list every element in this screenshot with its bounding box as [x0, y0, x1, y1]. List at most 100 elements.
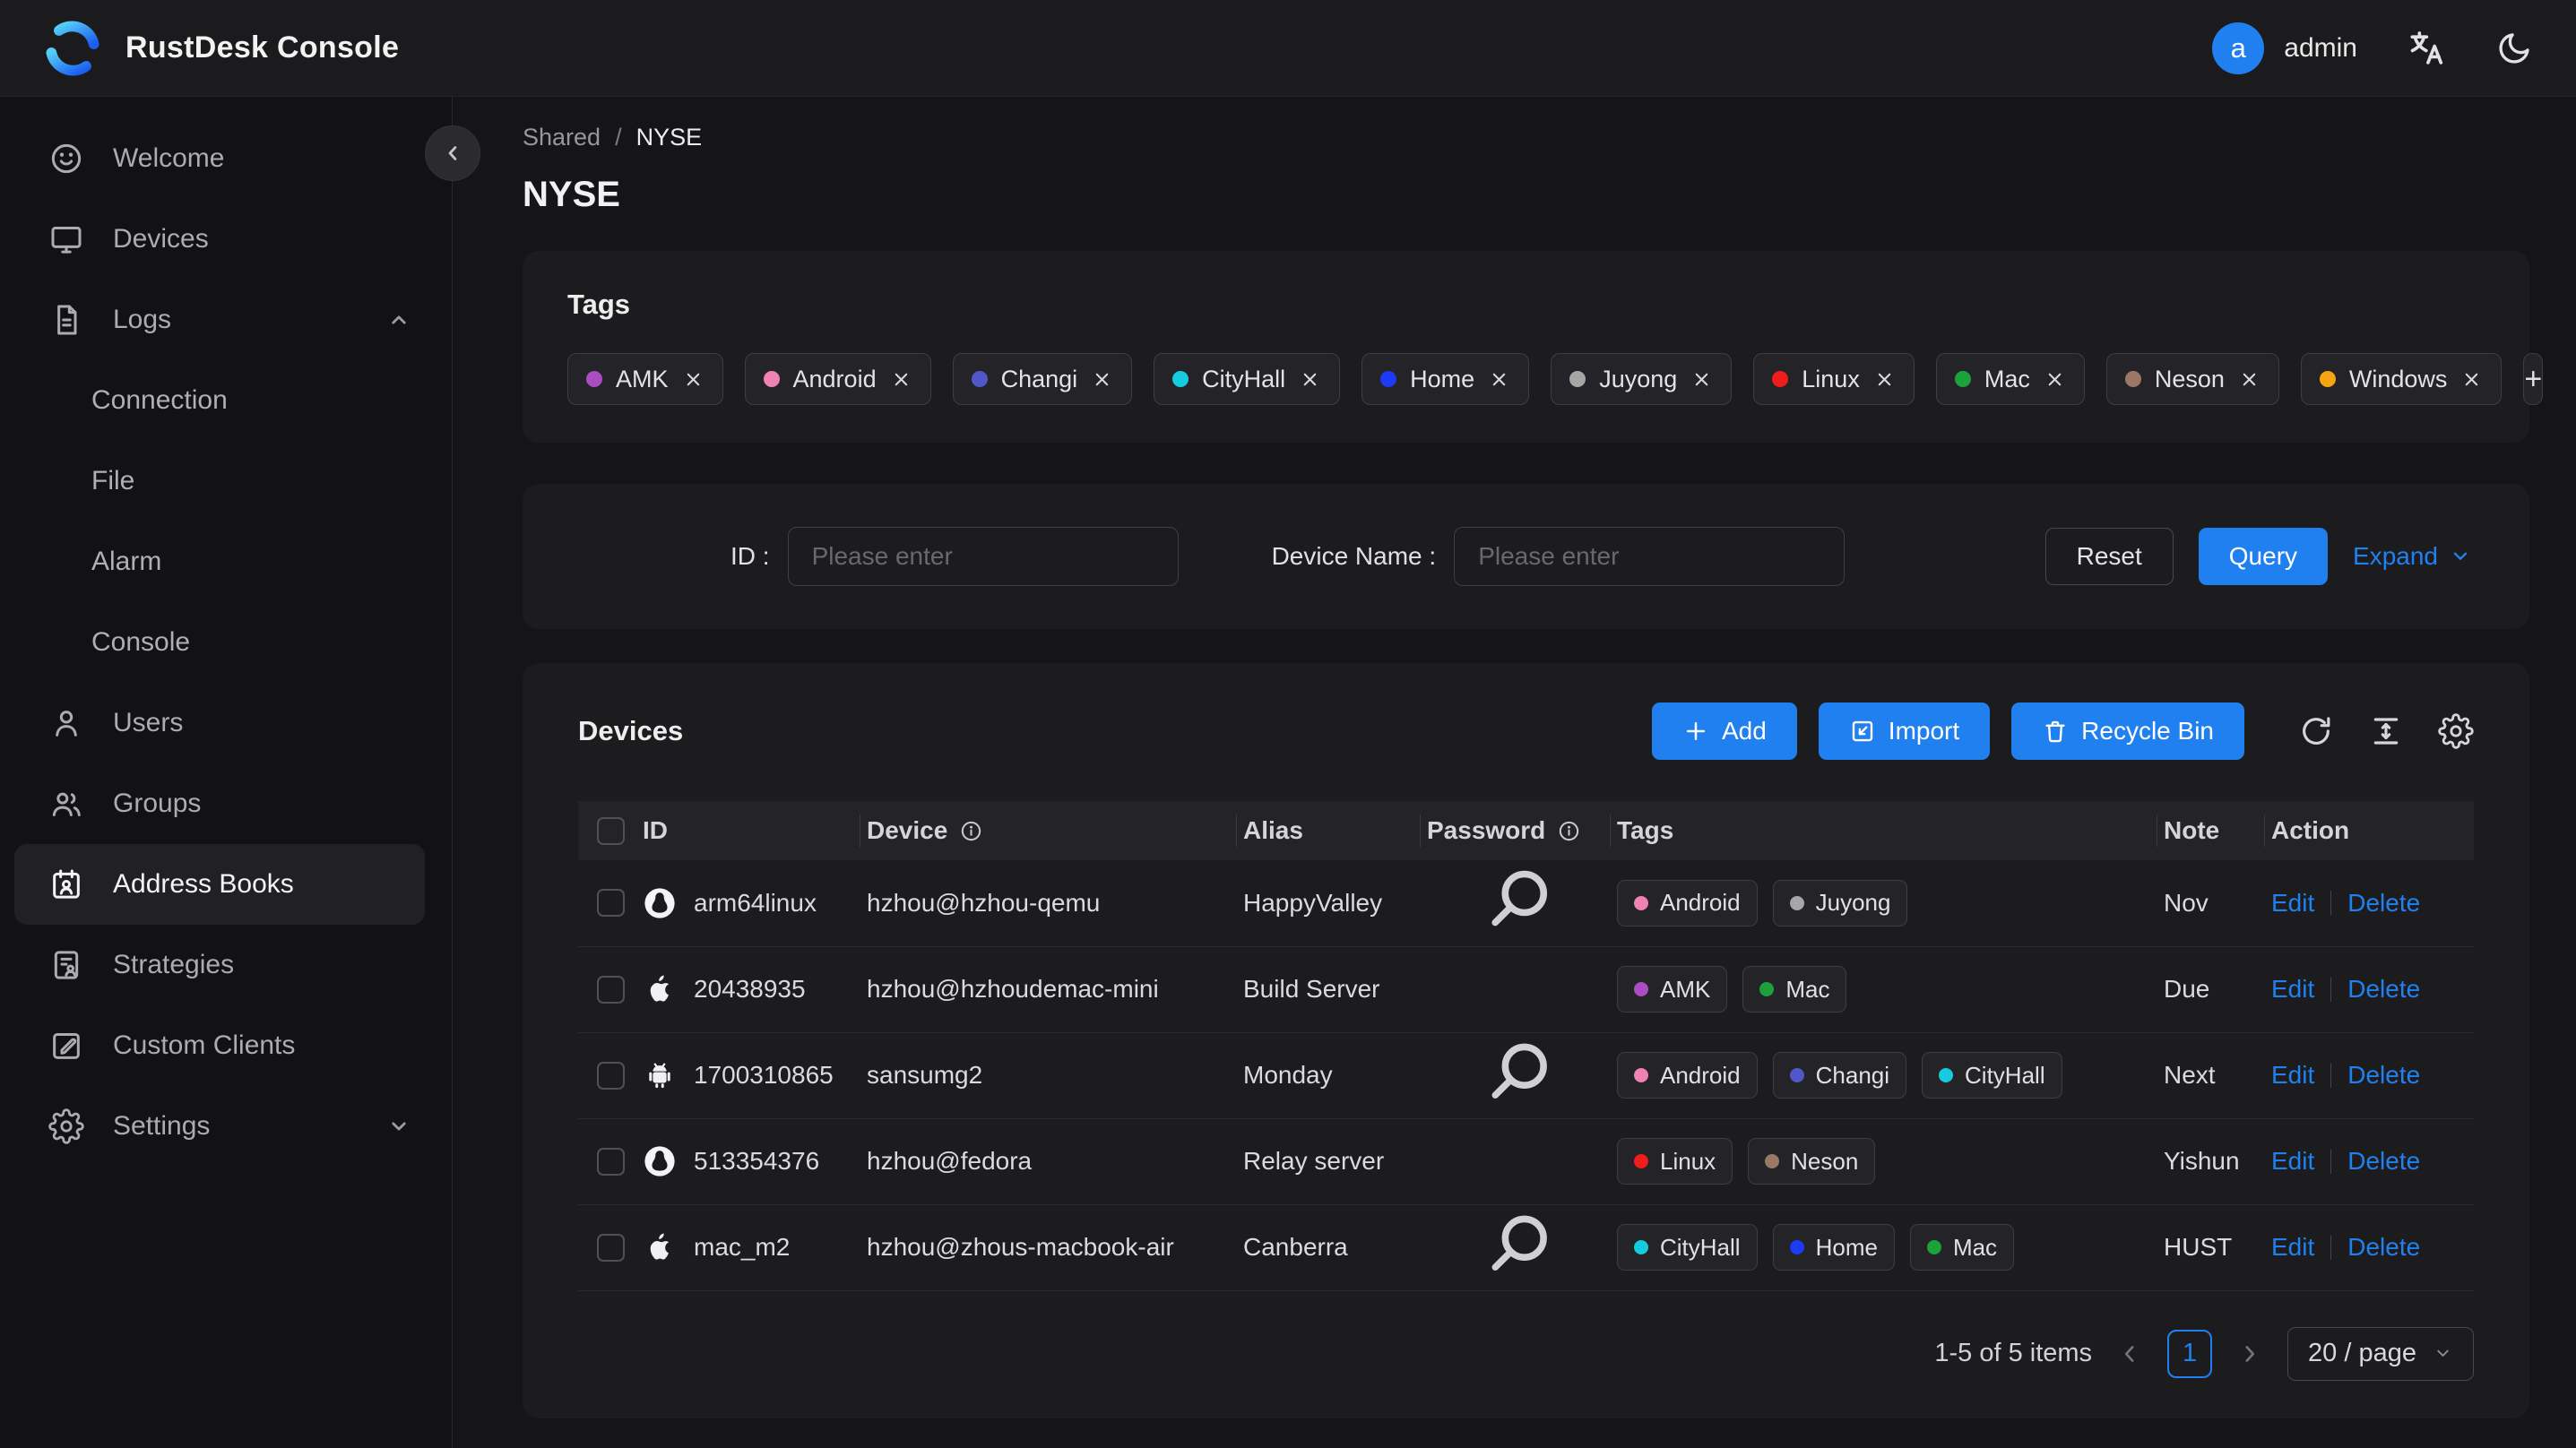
tag-chip-android[interactable]: Android	[744, 353, 931, 405]
edit-link[interactable]: Edit	[2271, 1147, 2314, 1176]
column-header-note[interactable]: Note	[2157, 801, 2264, 860]
remove-tag-icon[interactable]	[1488, 368, 1510, 391]
gear-icon	[48, 1108, 84, 1144]
column-header-password[interactable]: Password	[1420, 801, 1610, 860]
alias-value: Build Server	[1243, 975, 1380, 1003]
action-cell-td: Edit Delete	[2264, 1032, 2474, 1119]
translate-icon[interactable]	[2406, 28, 2447, 69]
sidebar-item-address-books[interactable]: Address Books	[14, 844, 425, 925]
tag-color-dot	[2124, 371, 2141, 387]
password-search-icon[interactable]	[1427, 860, 1610, 946]
column-header-tags[interactable]: Tags	[1610, 801, 2157, 860]
id-cell-content: mac_m2	[643, 1230, 860, 1264]
password-search-icon[interactable]	[1427, 1205, 1610, 1290]
row-tag-mac: Mac	[1742, 966, 1847, 1013]
tag-chip-amk[interactable]: AMK	[567, 353, 723, 405]
breadcrumb-parent[interactable]: Shared	[523, 124, 601, 151]
row-checkbox[interactable]	[596, 1233, 625, 1262]
query-button[interactable]: Query	[2198, 528, 2329, 585]
tag-color-dot	[1954, 371, 1971, 387]
sidebar-item-strategies[interactable]: Strategies	[0, 925, 452, 1005]
expand-toggle[interactable]: Expand	[2353, 542, 2472, 571]
remove-tag-icon[interactable]	[1299, 368, 1321, 391]
tag-chip-juyong[interactable]: Juyong	[1551, 353, 1733, 405]
note-value: HUST	[2164, 1233, 2233, 1261]
remove-tag-icon[interactable]	[2238, 368, 2260, 391]
prev-page-icon[interactable]	[2116, 1340, 2143, 1367]
tag-chip-windows[interactable]: Windows	[2300, 353, 2503, 405]
remove-tag-icon[interactable]	[2044, 368, 2066, 391]
sidebar-item-welcome[interactable]: Welcome	[0, 118, 452, 199]
edit-link[interactable]: Edit	[2271, 975, 2314, 1004]
refresh-icon[interactable]	[2298, 713, 2334, 749]
page-size-select[interactable]: 20 / page	[2287, 1326, 2474, 1381]
remove-tag-icon[interactable]	[682, 368, 705, 391]
recycle-bin-button[interactable]: Recycle Bin	[2011, 702, 2244, 760]
chevron-up-icon	[385, 306, 412, 333]
delete-link[interactable]: Delete	[2347, 889, 2420, 918]
user-menu[interactable]: a admin	[2212, 22, 2357, 74]
select-all-checkbox[interactable]	[596, 816, 625, 845]
column-header-id[interactable]: ID	[635, 801, 860, 860]
sidebar: Welcome Devices Logs Connection File Alarm Con…	[0, 97, 453, 1448]
delete-link[interactable]: Delete	[2347, 975, 2420, 1004]
sidebar-item-custom-clients[interactable]: Custom Clients	[0, 1005, 452, 1086]
remove-tag-icon[interactable]	[1690, 368, 1713, 391]
dark-mode-toggle-icon[interactable]	[2495, 30, 2533, 67]
tag-chip-changi[interactable]: Changi	[952, 353, 1133, 405]
add-tag-button[interactable]: +	[2523, 353, 2544, 405]
row-checkbox[interactable]	[596, 975, 625, 1004]
sidebar-item-devices[interactable]: Devices	[0, 199, 452, 280]
device-name-filter-label: Device Name :	[1271, 542, 1437, 570]
avatar[interactable]: a	[2212, 22, 2265, 74]
sidebar-item-label: Devices	[113, 224, 209, 254]
tag-chip-label: Android	[792, 365, 877, 392]
sidebar-subitem-file[interactable]: File	[0, 441, 452, 521]
edit-link[interactable]: Edit	[2271, 889, 2314, 918]
app-root: RustDesk Console a admin Welcome Devices…	[0, 0, 2576, 1448]
tag-chip-home[interactable]: Home	[1361, 353, 1530, 405]
tag-chip-mac[interactable]: Mac	[1935, 353, 2085, 405]
import-button[interactable]: Import	[1818, 702, 1991, 760]
reset-button[interactable]: Reset	[2044, 528, 2174, 585]
tag-chip-cityhall[interactable]: CityHall	[1154, 353, 1341, 405]
remove-tag-icon[interactable]	[2460, 368, 2483, 391]
page-number-1[interactable]: 1	[2167, 1329, 2213, 1378]
row-checkbox[interactable]	[596, 1061, 625, 1090]
column-header-action[interactable]: Action	[2264, 801, 2474, 860]
row-height-icon[interactable]	[2368, 713, 2404, 749]
tag-chip-neson[interactable]: Neson	[2105, 353, 2279, 405]
column-header-alias[interactable]: Alias	[1236, 801, 1420, 860]
add-button[interactable]: Add	[1651, 702, 1797, 760]
remove-tag-icon[interactable]	[1091, 368, 1113, 391]
tag-chip-linux[interactable]: Linux	[1753, 353, 1915, 405]
edit-link[interactable]: Edit	[2271, 1061, 2314, 1090]
column-header-device[interactable]: Device	[860, 801, 1236, 860]
delete-link[interactable]: Delete	[2347, 1147, 2420, 1176]
sidebar-subitem-connection[interactable]: Connection	[0, 360, 452, 441]
edit-link[interactable]: Edit	[2271, 1233, 2314, 1262]
sidebar-collapse-button[interactable]	[425, 125, 480, 181]
info-icon[interactable]	[959, 819, 983, 843]
sidebar-item-users[interactable]: Users	[0, 683, 452, 763]
brand: RustDesk Console	[43, 19, 399, 78]
sidebar-item-settings[interactable]: Settings	[0, 1086, 452, 1167]
info-icon[interactable]	[1557, 819, 1581, 843]
delete-link[interactable]: Delete	[2347, 1233, 2420, 1262]
row-checkbox[interactable]	[596, 889, 625, 918]
sidebar-item-groups[interactable]: Groups	[0, 763, 452, 844]
device-name-filter-input[interactable]	[1454, 527, 1846, 586]
sidebar-subitem-alarm[interactable]: Alarm	[0, 521, 452, 602]
plus-icon	[1682, 718, 1709, 745]
table-settings-gear-icon[interactable]	[2438, 713, 2474, 749]
password-search-icon[interactable]	[1427, 1033, 1610, 1118]
row-checkbox[interactable]	[596, 1147, 625, 1176]
device-cell: hzhou@fedora	[860, 1118, 1236, 1205]
remove-tag-icon[interactable]	[1873, 368, 1896, 391]
sidebar-subitem-console[interactable]: Console	[0, 602, 452, 683]
next-page-icon[interactable]	[2236, 1340, 2263, 1367]
id-filter-input[interactable]	[787, 527, 1179, 586]
remove-tag-icon[interactable]	[890, 368, 912, 391]
sidebar-item-logs[interactable]: Logs	[0, 280, 452, 360]
delete-link[interactable]: Delete	[2347, 1061, 2420, 1090]
